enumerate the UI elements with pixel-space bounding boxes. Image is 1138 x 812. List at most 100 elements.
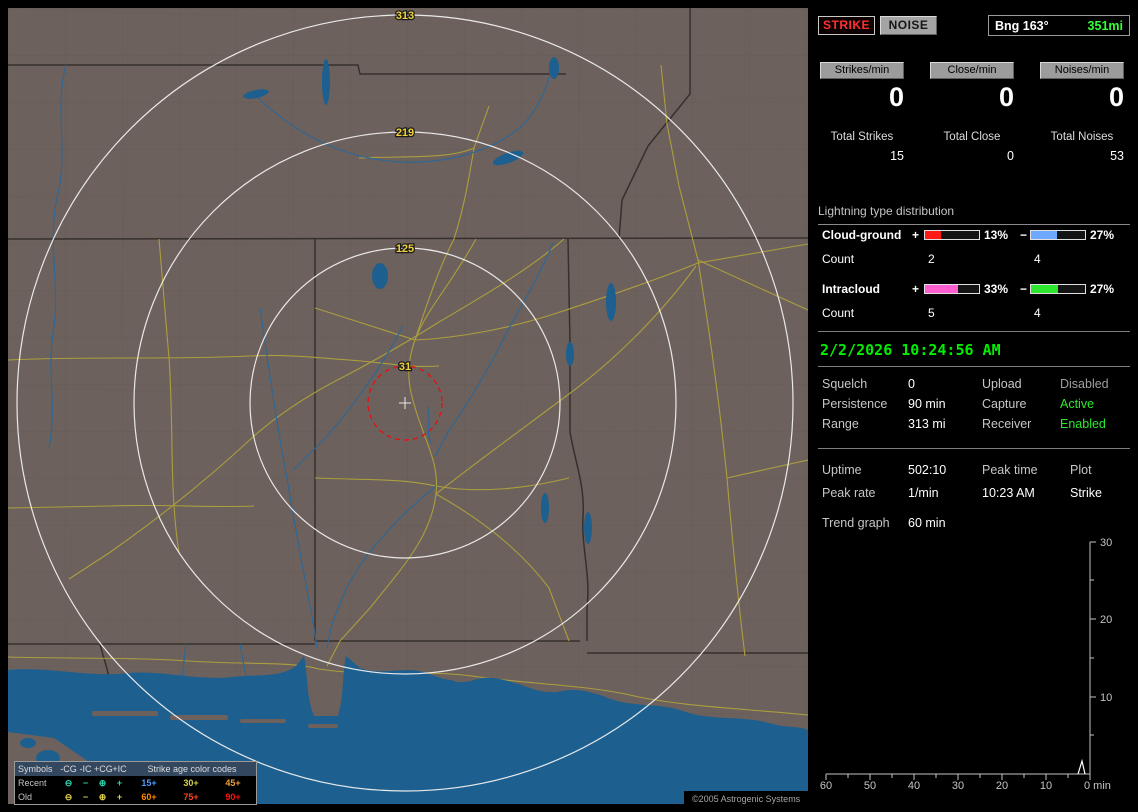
ic-plus-bar <box>924 284 980 294</box>
settings-row: Range 313 mi Receiver Enabled <box>818 417 1130 435</box>
legend-col-pos-cg: +CG <box>94 764 113 774</box>
legend-col-neg-cg: -CG <box>60 764 77 774</box>
strikes-per-min-value: 0 <box>888 82 904 112</box>
age-badge-60: 60+ <box>141 792 157 802</box>
ring-label-313: 313 <box>396 10 414 22</box>
capture-label: Capture <box>982 397 1027 411</box>
status-sidebar: STRIKE NOISE Bng 163° 351mi Strikes/min … <box>818 10 1130 804</box>
age-badge-45: 45+ <box>225 778 241 788</box>
stats-row: Uptime 502:10 Peak time Plot <box>818 463 1130 481</box>
uptime-value: 502:10 <box>908 463 947 477</box>
x-tick-label: 50 <box>864 780 876 792</box>
neg-ic-symbol-icon: − <box>82 778 89 788</box>
neg-cg-symbol-icon: ⊖ <box>64 778 73 788</box>
persistence-label: Persistence <box>822 397 888 411</box>
receiver-label: Receiver <box>982 417 1032 431</box>
peak-time-value: 10:23 AM <box>982 486 1035 500</box>
settings-row: Squelch 0 Upload Disabled <box>818 377 1130 395</box>
peak-rate-label: Peak rate <box>822 486 876 500</box>
age-badge-30: 30+ <box>183 778 199 788</box>
legend-col-pos-ic: +IC <box>112 764 127 774</box>
trend-graph-label: Trend graph <box>822 516 890 530</box>
cloud-ground-label: Cloud-ground <box>822 228 902 242</box>
squelch-label: Squelch <box>822 377 868 391</box>
uptime-label: Uptime <box>822 463 862 477</box>
x-tick-label: 60 <box>820 780 832 792</box>
minus-sign: − <box>1020 282 1028 296</box>
plus-sign: + <box>912 282 920 296</box>
legend-col-neg-ic: -IC <box>79 764 92 774</box>
total-strikes-label: Total Strikes <box>830 131 894 143</box>
age-badge-15: 15+ <box>141 778 157 788</box>
range-label: Range <box>822 417 859 431</box>
map-canvas[interactable]: 313 219 125 31 <box>8 8 808 804</box>
count-label: Count <box>822 252 855 266</box>
copyright-notice: ©2005 Astrogenic Systems <box>684 791 809 807</box>
bearing-readout: Bng 163° 351mi <box>988 15 1130 36</box>
legend-old-label: Old <box>18 792 33 802</box>
datetime-display: 2/2/2026 10:24:56 AM <box>820 341 1001 359</box>
cg-minus-pct: 27% <box>1090 228 1115 242</box>
peak-rate-value: 1/min <box>908 486 939 500</box>
distribution-title: Lightning type distribution <box>818 204 1130 225</box>
strike-mode-button[interactable]: STRIKE <box>818 16 875 35</box>
cg-plus-bar <box>924 230 980 240</box>
trend-window-value: 60 min <box>908 516 946 530</box>
legend-row-recent: Recent ⊖ − ⊕ + 15+ 30+ 45+ <box>15 776 256 790</box>
intracloud-label: Intracloud <box>822 282 881 296</box>
upload-label: Upload <box>982 377 1022 391</box>
pos-ic-symbol-icon: + <box>116 792 123 802</box>
close-per-min-value: 0 <box>998 82 1014 112</box>
neg-cg-symbol-icon: ⊖ <box>64 792 73 802</box>
age-badge-90: 90+ <box>225 792 241 802</box>
intracloud-count-row: Count 5 4 <box>818 306 1130 322</box>
noise-mode-button[interactable]: NOISE <box>880 16 937 35</box>
map-panel[interactable]: 313 219 125 31 <box>8 8 808 804</box>
cg-plus-pct: 13% <box>984 228 1009 242</box>
y-tick-label: 30 <box>1100 537 1112 549</box>
ic-minus-pct: 27% <box>1090 282 1115 296</box>
ic-minus-bar <box>1030 284 1086 294</box>
stats-row: Peak rate 1/min 10:23 AM Strike <box>818 486 1130 504</box>
section-divider <box>818 331 1130 332</box>
x-tick-label: 10 <box>1040 780 1052 792</box>
age-badge-75: 75+ <box>183 792 199 802</box>
cg-minus-bar <box>1030 230 1086 240</box>
legend-recent-label: Recent <box>18 778 47 788</box>
cg-minus-count: 4 <box>1034 252 1041 266</box>
pos-ic-symbol-icon: + <box>116 778 123 788</box>
persistence-value: 90 min <box>908 397 946 411</box>
ring-label-219: 219 <box>396 127 414 139</box>
legend-symbols-label: Symbols <box>18 764 53 774</box>
strike-rate-spike <box>1077 758 1086 775</box>
total-noises-value: 53 <box>1110 149 1124 163</box>
squelch-value: 0 <box>908 377 915 391</box>
settings-row: Persistence 90 min Capture Active <box>818 397 1130 415</box>
plot-value: Strike <box>1070 486 1102 500</box>
map-legend: Symbols -CG -IC +CG +IC Strike age color… <box>14 761 257 805</box>
origin-tick-label: 0 min <box>1084 780 1111 792</box>
x-tick-label: 20 <box>996 780 1008 792</box>
section-divider <box>818 366 1130 367</box>
legend-age-header: Strike age color codes <box>147 764 237 774</box>
range-value: 313 mi <box>908 417 946 431</box>
trend-graph: 30 20 10 60 50 40 30 20 10 0 min <box>820 537 1112 792</box>
y-tick-label: 20 <box>1100 614 1112 626</box>
bearing-range: 351mi <box>1087 18 1123 33</box>
ring-label-31: 31 <box>399 361 411 373</box>
bearing-value: Bng 163° <box>995 18 1049 33</box>
ring-label-125: 125 <box>396 243 414 255</box>
strikes-per-min-label: Strikes/min <box>820 62 904 79</box>
trend-axes <box>825 541 1096 780</box>
section-divider <box>818 448 1130 449</box>
intracloud-row: Intracloud + 33% − 27% <box>818 282 1130 298</box>
x-tick-label: 40 <box>908 780 920 792</box>
total-close-label: Total Close <box>943 131 1001 143</box>
peak-time-label: Peak time <box>982 463 1038 477</box>
ic-plus-pct: 33% <box>984 282 1009 296</box>
neg-ic-symbol-icon: − <box>82 792 89 802</box>
cloud-ground-row: Cloud-ground + 13% − 27% <box>818 228 1130 244</box>
pos-cg-symbol-icon: ⊕ <box>98 778 107 788</box>
ic-minus-count: 4 <box>1034 306 1041 320</box>
pos-cg-symbol-icon: ⊕ <box>98 792 107 802</box>
